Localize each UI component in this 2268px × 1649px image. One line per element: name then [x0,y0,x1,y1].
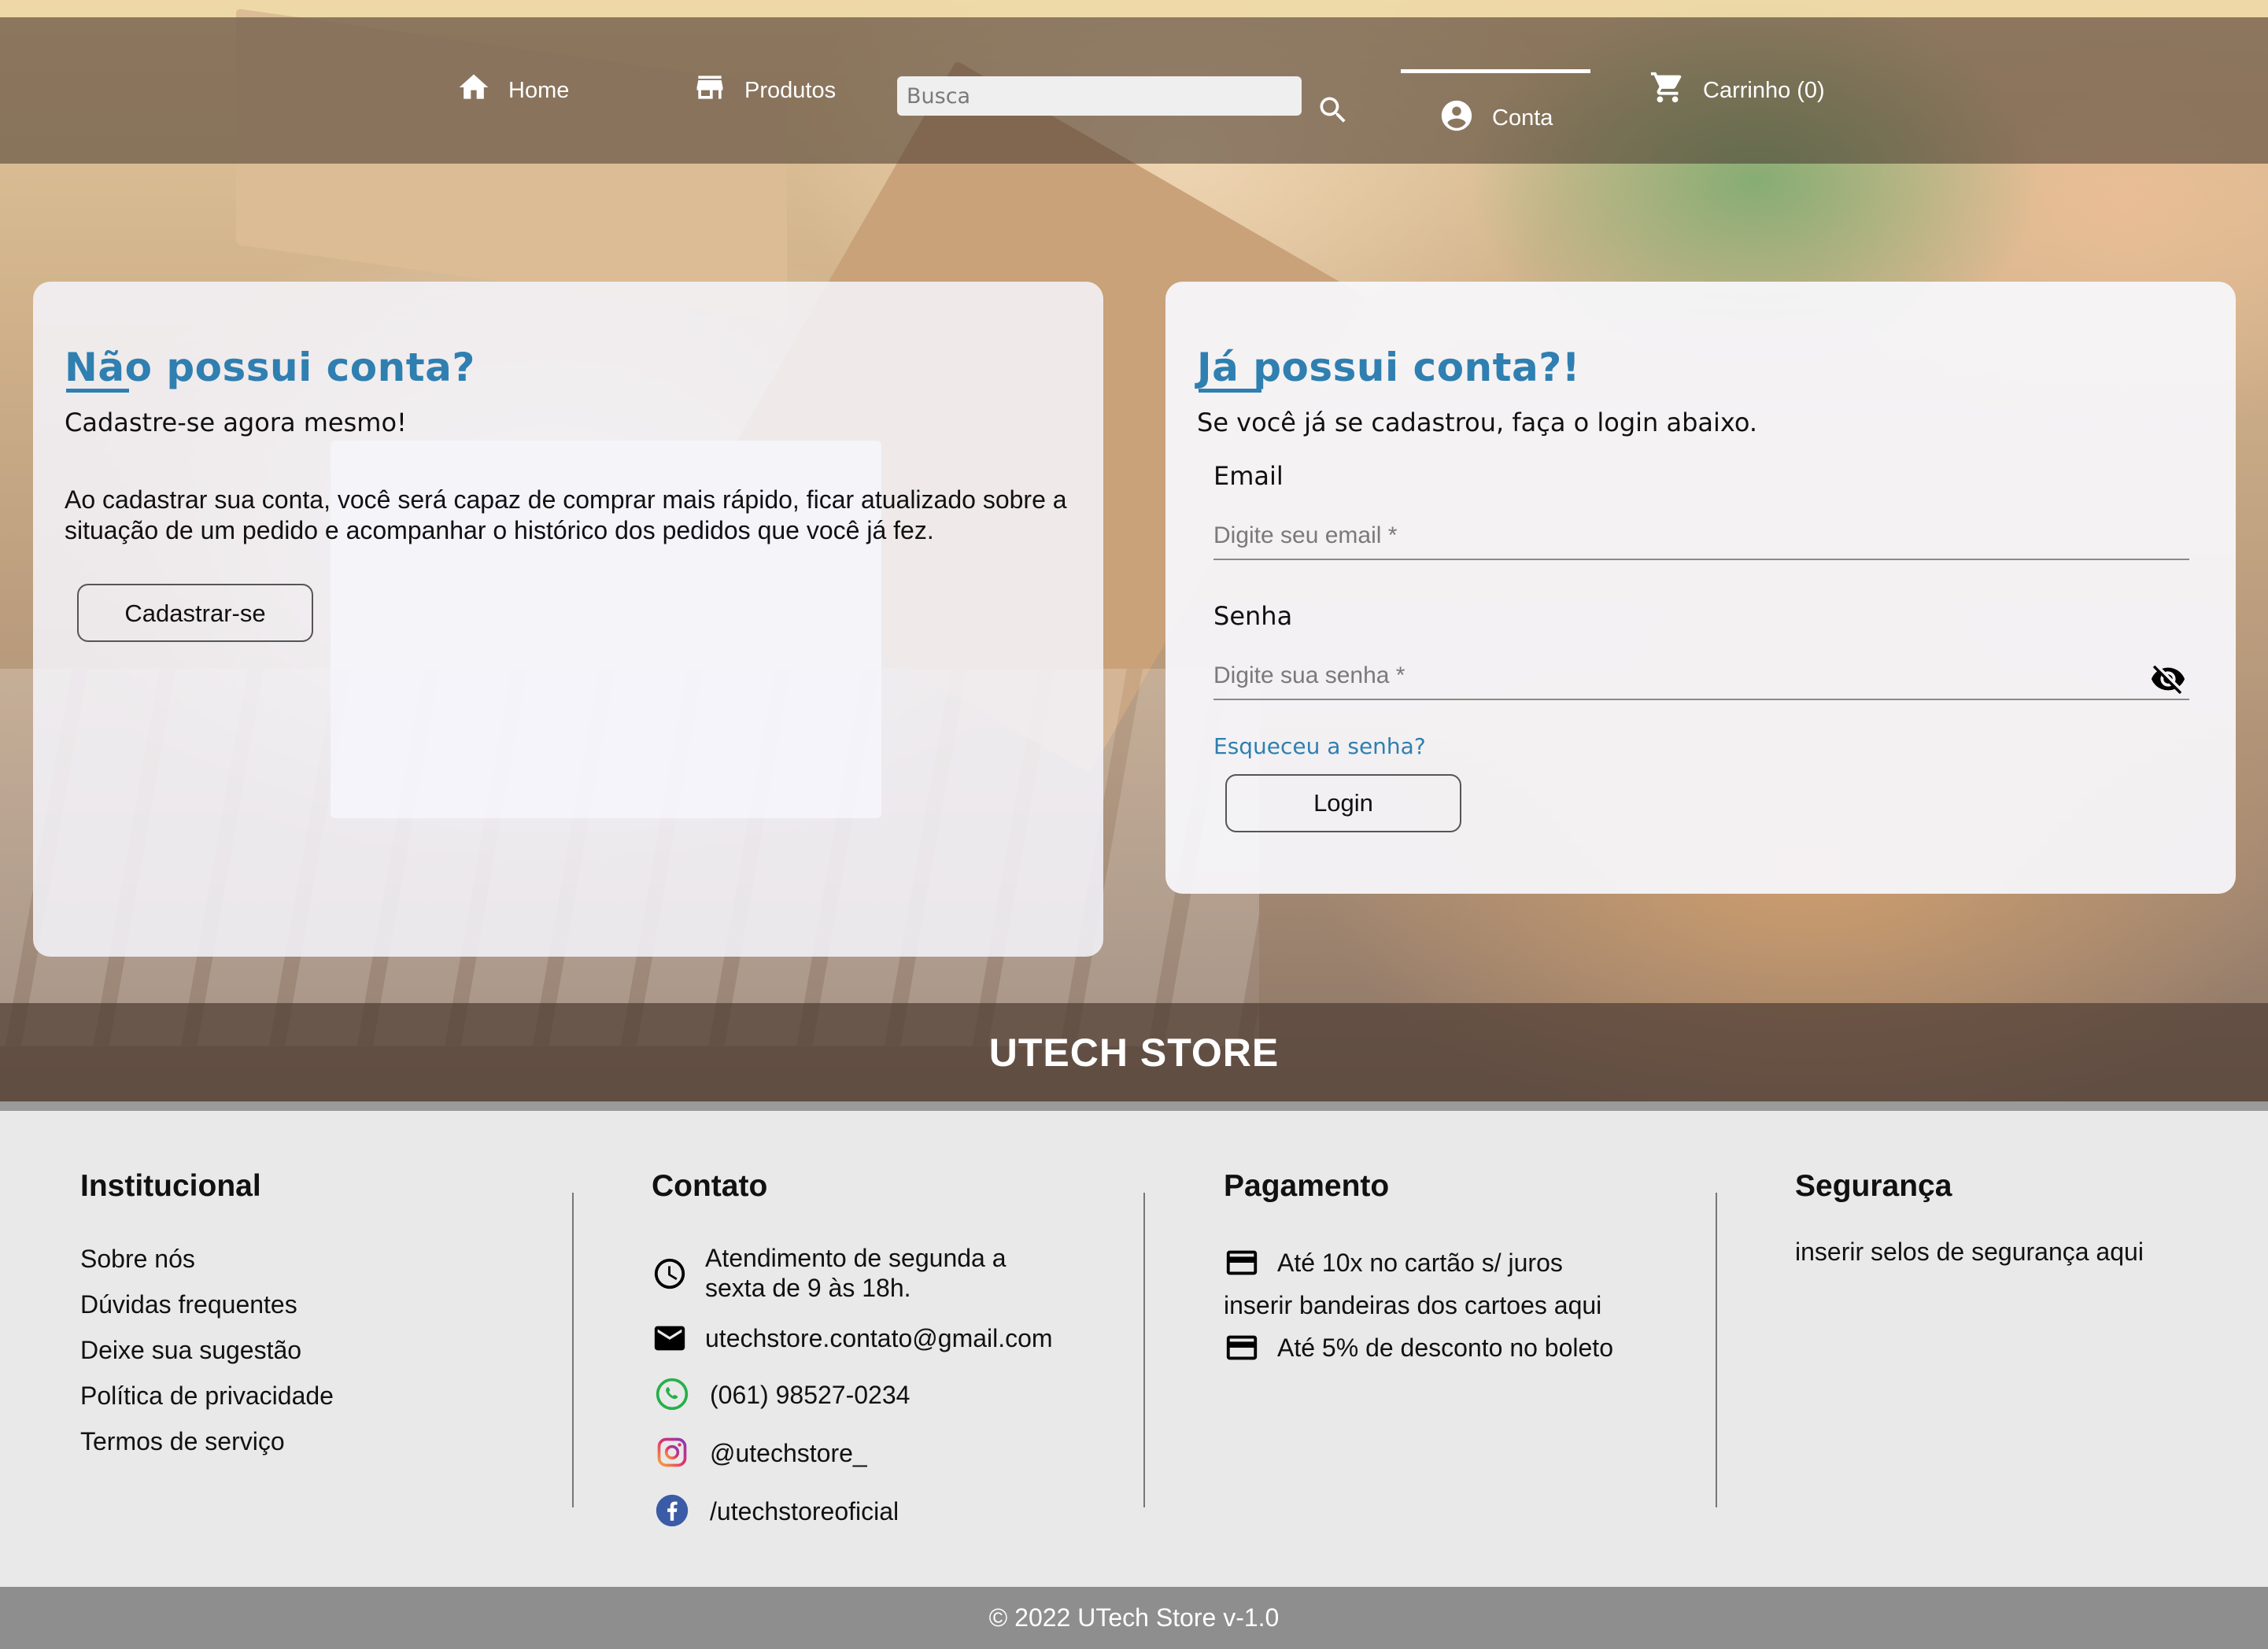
whatsapp-icon[interactable] [655,1377,689,1415]
password-label: Senha [1213,601,1293,631]
email-field[interactable]: Digite seu email * [1213,513,2189,560]
password-placeholder: Digite sua senha * [1213,662,1405,688]
email-placeholder: Digite seu email * [1213,522,1398,548]
mail-icon [652,1320,688,1360]
title-underline [66,389,129,393]
password-field[interactable]: Digite sua senha * [1213,653,2189,700]
eye-off-icon[interactable] [2150,661,2186,703]
contact-hours-line1: Atendimento de segunda a [705,1244,1007,1272]
search-icon[interactable] [1316,93,1350,131]
nav-conta-label: Conta [1492,105,1553,131]
contact-hours-line2: sexta de 9 às 18h. [705,1274,911,1302]
footer-link-sugestao[interactable]: Deixe sua sugestão [80,1336,301,1365]
nav-conta[interactable]: Conta [1401,69,1591,164]
divider [0,1101,2268,1111]
home-icon [456,70,491,111]
nav-produtos-label: Produtos [744,77,837,103]
nav-home[interactable]: Home [456,17,569,164]
contact-facebook[interactable]: /utechstoreoficial [710,1496,899,1526]
footer-link-privacidade[interactable]: Política de privacidade [80,1382,334,1411]
footer-heading: Institucional [80,1169,261,1203]
credit-card-icon [1224,1330,1260,1370]
contact-email[interactable]: utechstore.contato@gmail.com [705,1323,1053,1353]
register-subtitle: Cadastre-se agora mesmo! [65,408,407,437]
clock-icon [652,1256,688,1296]
instagram-icon[interactable] [655,1435,689,1474]
nav-carrinho[interactable]: Carrinho (0) [1649,17,1825,164]
footer-link-sobre[interactable]: Sobre nós [80,1245,195,1274]
payment-card-text: Até 10x no cartão s/ juros [1277,1249,1563,1277]
footer-divider [1716,1193,1717,1507]
copyright-text: © 2022 UTech Store v-1.0 [988,1603,1280,1632]
copyright-bar: © 2022 UTech Store v-1.0 [0,1587,2268,1649]
navbar: Home Produtos Conta Carrinho (0) [0,17,2268,164]
contact-instagram[interactable]: @utechstore_ [710,1438,867,1468]
login-subtitle: Se você já se cadastrou, faça o login ab… [1197,408,1758,437]
register-description: Ao cadastrar sua conta, você será capaz … [65,485,1088,642]
cart-icon [1649,69,1686,112]
login-button[interactable]: Login [1225,774,1461,832]
credit-card-icon [1224,1245,1260,1285]
footer-link-termos[interactable]: Termos de serviço [80,1427,285,1456]
footer-heading: Contato [652,1169,768,1203]
security-seals-text: inserir selos de segurança aqui [1795,1238,2144,1266]
store-icon [693,70,727,111]
footer-heading: Pagamento [1224,1169,1390,1203]
login-title: Já possui conta?! [1197,345,1581,390]
footer-link-duvidas[interactable]: Dúvidas frequentes [80,1290,297,1319]
title-underline [1199,389,1261,393]
register-card: Não possui conta? Cadastre-se agora mesm… [33,282,1103,957]
footer-heading: Segurança [1795,1169,1952,1203]
account-circle-icon [1439,98,1475,140]
register-title: Não possui conta? [65,345,475,390]
hero-top-band [0,0,2268,17]
nav-home-label: Home [508,77,570,103]
nav-produtos[interactable]: Produtos [693,17,836,164]
brand-banner: UTECH STORE [0,1003,2268,1101]
nav-carrinho-label: Carrinho (0) [1703,77,1825,103]
payment-boleto-text: Até 5% de desconto no boleto [1277,1334,1613,1362]
payment-brands-text: inserir bandeiras dos cartoes aqui [1224,1291,1602,1319]
footer-divider [1143,1193,1145,1507]
footer: Institucional Sobre nós Dúvidas frequent… [0,1111,2268,1587]
register-description-text: Ao cadastrar sua conta, você será capaz … [65,485,1067,544]
email-label: Email [1213,461,1284,491]
forgot-password-link[interactable]: Esqueceu a senha? [1213,733,1426,759]
brand-name: UTECH STORE [988,1030,1280,1075]
search-input[interactable] [897,76,1302,116]
footer-divider [572,1193,574,1507]
login-card: Já possui conta?! Se você já se cadastro… [1165,282,2236,894]
register-button[interactable]: Cadastrar-se [77,584,313,642]
facebook-icon[interactable] [655,1493,689,1532]
contact-phone[interactable]: (061) 98527-0234 [710,1380,910,1410]
